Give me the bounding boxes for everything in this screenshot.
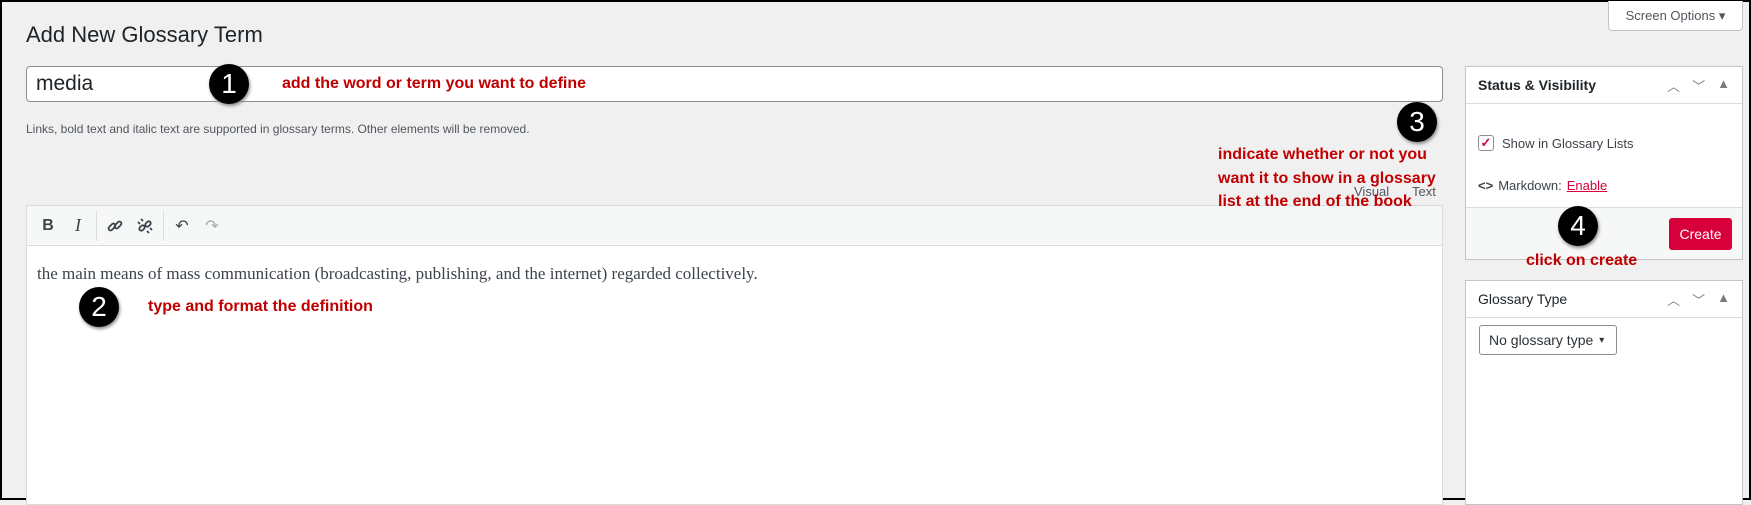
annotation-line: list at the end of the book: [1218, 193, 1412, 210]
status-box-title: Status & Visibility: [1478, 77, 1596, 93]
markdown-enable-link[interactable]: Enable: [1567, 178, 1607, 193]
annotation-marker-3: 3: [1397, 102, 1437, 142]
move-up-icon[interactable]: ︿: [1667, 290, 1680, 309]
glossary-type-box: Glossary Type ︿ ﹀ ▲ No glossary type ▾: [1465, 280, 1743, 505]
annotation-text-4: click on create: [1526, 252, 1638, 269]
page-title: Add New Glossary Term: [26, 22, 263, 47]
markdown-label: Markdown:: [1498, 178, 1562, 193]
link-icon[interactable]: [100, 211, 130, 241]
redo-icon[interactable]: ↷: [197, 211, 227, 241]
collapse-icon[interactable]: ▲: [1717, 76, 1730, 95]
glossary-type-select[interactable]: No glossary type ▾: [1479, 325, 1617, 355]
bold-icon[interactable]: B: [33, 211, 63, 241]
move-down-icon[interactable]: ﹀: [1692, 76, 1705, 95]
toolbar-divider: [96, 210, 97, 241]
type-box-title: Glossary Type: [1478, 291, 1568, 307]
italic-icon[interactable]: I: [63, 211, 93, 241]
annotation-marker-4: 4: [1558, 206, 1598, 246]
create-button[interactable]: Create: [1669, 218, 1732, 250]
annotation-line: indicate whether or not you: [1218, 146, 1427, 163]
screen-options-button[interactable]: Screen Options ▾: [1608, 1, 1743, 31]
definition-editor[interactable]: B I ↶ ↷ the main means of mass communica…: [26, 205, 1443, 505]
glossary-type-value: No glossary type: [1489, 332, 1594, 348]
unlink-icon[interactable]: [130, 211, 160, 241]
show-in-lists-checkbox[interactable]: ✓: [1478, 135, 1494, 151]
show-in-lists-label: Show in Glossary Lists: [1502, 135, 1634, 151]
status-visibility-box: Status & Visibility ︿ ﹀ ▲ ✓ Show in Glossa…: [1465, 66, 1743, 260]
collapse-icon[interactable]: ▲: [1717, 290, 1730, 309]
code-icon: <>: [1478, 178, 1494, 193]
annotation-marker-2: 2: [79, 287, 119, 327]
term-help-text: Links, bold text and italic text are sup…: [26, 122, 530, 136]
toolbar-divider: [163, 210, 164, 241]
annotation-text-1: add the word or term you want to define: [282, 75, 587, 92]
undo-icon[interactable]: ↶: [167, 211, 197, 241]
chevron-down-icon: ▾: [1599, 334, 1605, 346]
annotation-text-3: indicate whether or not you want it to s…: [1218, 143, 1436, 214]
move-down-icon[interactable]: ﹀: [1692, 290, 1705, 309]
annotation-text-2: type and format the definition: [148, 298, 373, 315]
definition-content[interactable]: the main means of mass communication (br…: [27, 246, 1442, 302]
move-up-icon[interactable]: ︿: [1667, 76, 1680, 95]
annotation-line: want it to show in a glossary: [1218, 169, 1436, 187]
annotation-marker-1: 1: [209, 64, 249, 104]
